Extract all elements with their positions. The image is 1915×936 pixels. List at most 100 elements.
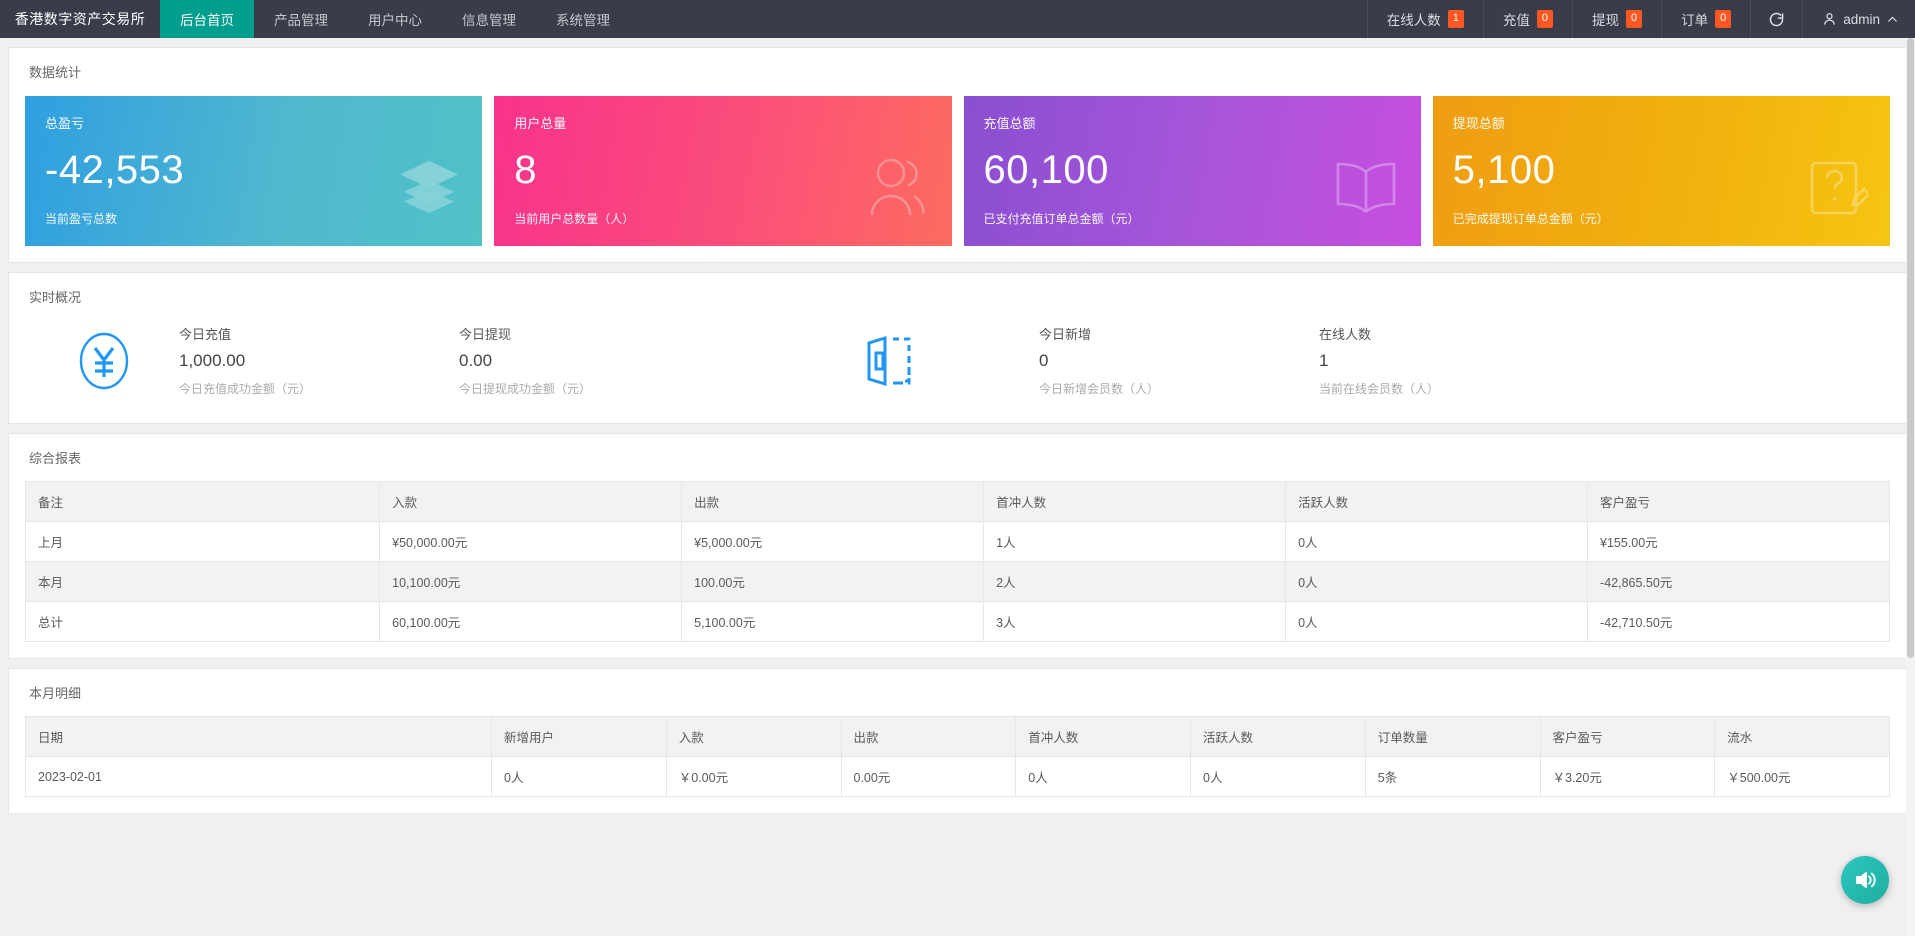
detail-cell: 5条 — [1364, 756, 1541, 797]
app-header: 香港数字资产交易所 后台首页 产品管理 用户中心 信息管理 系统管理 在线人数 … — [0, 0, 1915, 38]
report-cell: 100.00元 — [681, 561, 985, 602]
brand-logo[interactable]: 香港数字资产交易所 — [0, 0, 160, 38]
refresh-icon — [1770, 12, 1784, 26]
overview-desc: 今日充值成功金额（元） — [179, 382, 312, 396]
report-table: 备注 入款 出款 首冲人数 活跃人数 客户盈亏 上月 ¥50,000.00元 ¥… — [24, 481, 1890, 642]
overview-today-recharge: 今日充值 1,000.00 今日充值成功金额（元） — [179, 324, 459, 397]
overview-value: 0.00 — [459, 351, 493, 370]
overview-panel: 实时概况 今日充值 1,000.00 今日充值成功金额（元） 今日提现 0.00… — [8, 272, 1907, 424]
report-col-outcome: 出款 — [681, 481, 985, 522]
page-scrollbar[interactable] — [1906, 38, 1915, 936]
header-stat-online-label: 在线人数 — [1386, 13, 1441, 28]
detail-cell: 0.00元 — [840, 756, 1017, 797]
nav-item-user-center[interactable]: 用户中心 — [348, 0, 442, 38]
header-stat-online-badge: 1 — [1447, 10, 1464, 28]
overview-value: 1 — [1319, 351, 1329, 370]
detail-panel-title: 本月明细 — [29, 686, 82, 701]
header-stat-recharge[interactable]: 充值 0 — [1482, 0, 1572, 38]
page-body: 数据统计 总盈亏 -42,553 当前盈亏总数 用户总量 8 当前用户总数量（人… — [0, 38, 1915, 814]
detail-col-first-charge: 首冲人数 — [1015, 716, 1191, 757]
report-panel-title: 综合报表 — [29, 451, 82, 466]
report-cell: 总计 — [24, 601, 381, 642]
stat-card-label: 充值总额 — [983, 116, 1036, 131]
detail-col-new-users: 新增用户 — [491, 716, 667, 757]
detail-cell: 0人 — [1015, 756, 1191, 797]
report-cell: 5,100.00元 — [681, 601, 985, 642]
header-stat-withdraw[interactable]: 提现 0 — [1571, 0, 1661, 38]
stat-card-total-withdraw[interactable]: 提现总额 5,100 已完成提现订单总金额（元） — [1432, 96, 1890, 246]
report-cell: 3人 — [983, 601, 1287, 642]
user-icon — [864, 155, 930, 222]
report-cell: 0人 — [1285, 521, 1589, 562]
header-stat-recharge-label: 充值 — [1502, 13, 1530, 28]
report-table-head: 备注 入款 出款 首冲人数 活跃人数 客户盈亏 — [24, 481, 1890, 522]
report-cell: ¥5,000.00元 — [681, 521, 985, 562]
table-header-row: 备注 入款 出款 首冲人数 活跃人数 客户盈亏 — [24, 481, 1890, 522]
stat-card-label: 用户总量 — [514, 116, 567, 131]
detail-cell: ￥500.00元 — [1714, 756, 1890, 797]
nav-item-system[interactable]: 系统管理 — [536, 0, 630, 38]
user-name: admin — [1843, 11, 1880, 27]
user-menu[interactable]: admin — [1802, 0, 1915, 38]
nav-item-product[interactable]: 产品管理 — [254, 0, 348, 38]
report-cell: 1人 — [983, 521, 1287, 562]
door-exit-icon — [739, 333, 1039, 389]
main-nav: 后台首页 产品管理 用户中心 信息管理 系统管理 — [160, 0, 630, 38]
nav-item-home[interactable]: 后台首页 — [160, 0, 254, 38]
overview-today-new-users: 今日新增 0 今日新增会员数（人） — [1039, 324, 1319, 397]
detail-col-order-count: 订单数量 — [1364, 716, 1541, 757]
note-edit-icon — [1808, 159, 1871, 222]
header-stat-order[interactable]: 订单 0 — [1661, 0, 1750, 38]
report-cell: -42,865.50元 — [1587, 561, 1890, 602]
header-stat-withdraw-badge: 0 — [1625, 10, 1643, 28]
stat-card-total-recharge[interactable]: 充值总额 60,100 已支付充值订单总金额（元） — [963, 96, 1421, 246]
chevron-up-icon — [1888, 16, 1897, 22]
report-cell: -42,710.50元 — [1587, 601, 1890, 642]
book-icon — [1333, 159, 1399, 222]
detail-table: 日期 新增用户 入款 出款 首冲人数 活跃人数 订单数量 客户盈亏 流水 202… — [25, 716, 1890, 797]
report-cell: ¥50,000.00元 — [379, 521, 683, 562]
refresh-button[interactable] — [1750, 0, 1802, 38]
detail-cell: 0人 — [491, 756, 667, 797]
header-stat-online[interactable]: 在线人数 1 — [1366, 0, 1483, 38]
header-stat-order-badge: 0 — [1715, 10, 1732, 28]
sound-toggle-button[interactable] — [1841, 856, 1889, 904]
nav-item-info[interactable]: 信息管理 — [442, 0, 536, 38]
stats-panel-title: 数据统计 — [29, 65, 82, 80]
report-col-client-pl: 客户盈亏 — [1587, 481, 1890, 522]
stat-card-label: 提现总额 — [1452, 116, 1505, 131]
report-cell: 0人 — [1285, 601, 1589, 642]
detail-cell: ￥0.00元 — [665, 756, 842, 797]
overview-desc: 当前在线会员数（人） — [1319, 382, 1440, 396]
table-row: 上月 ¥50,000.00元 ¥5,000.00元 1人 0人 ¥155.00元 — [24, 521, 1890, 562]
layers-icon — [398, 159, 460, 222]
scrollbar-thumb[interactable] — [1907, 38, 1914, 658]
report-col-remark: 备注 — [24, 481, 381, 522]
detail-col-turnover: 流水 — [1714, 716, 1890, 757]
stat-card-profit-loss[interactable]: 总盈亏 -42,553 当前盈亏总数 — [25, 96, 483, 246]
report-cell: 10,100.00元 — [379, 561, 683, 602]
report-cell: 2人 — [983, 561, 1287, 602]
report-cell: 0人 — [1285, 561, 1589, 602]
detail-col-client-pl: 客户盈亏 — [1539, 716, 1716, 757]
stats-panel: 数据统计 总盈亏 -42,553 当前盈亏总数 用户总量 8 当前用户总数量（人… — [8, 47, 1907, 263]
detail-cell: 0人 — [1190, 756, 1366, 797]
report-cell: 上月 — [24, 521, 381, 562]
report-cell: 60,100.00元 — [379, 601, 683, 642]
overview-title: 在线人数 — [1319, 327, 1372, 342]
report-col-first-charge: 首冲人数 — [983, 481, 1287, 522]
stat-card-total-users[interactable]: 用户总量 8 当前用户总数量（人） — [494, 96, 952, 246]
detail-cell: 2023-02-01 — [25, 756, 492, 797]
detail-cell: ￥3.20元 — [1539, 756, 1716, 797]
detail-panel: 本月明细 日期 新增用户 入款 出款 首冲人数 活跃人数 订单数量 客户盈亏 流… — [8, 668, 1907, 814]
report-cell: 本月 — [24, 561, 381, 602]
report-cell: ¥155.00元 — [1587, 521, 1890, 562]
header-stat-order-label: 订单 — [1681, 13, 1709, 28]
overview-today-withdraw: 今日提现 0.00 今日提现成功金额（元） — [459, 324, 739, 397]
detail-col-date: 日期 — [25, 716, 492, 757]
header-stat-withdraw-label: 提现 — [1591, 13, 1619, 28]
overview-row: 今日充值 1,000.00 今日充值成功金额（元） 今日提现 0.00 今日提现… — [9, 306, 1906, 423]
table-header-row: 日期 新增用户 入款 出款 首冲人数 活跃人数 订单数量 客户盈亏 流水 — [25, 716, 1890, 757]
table-row: 本月 10,100.00元 100.00元 2人 0人 -42,865.50元 — [24, 561, 1890, 602]
detail-table-head: 日期 新增用户 入款 出款 首冲人数 活跃人数 订单数量 客户盈亏 流水 — [25, 716, 1890, 757]
